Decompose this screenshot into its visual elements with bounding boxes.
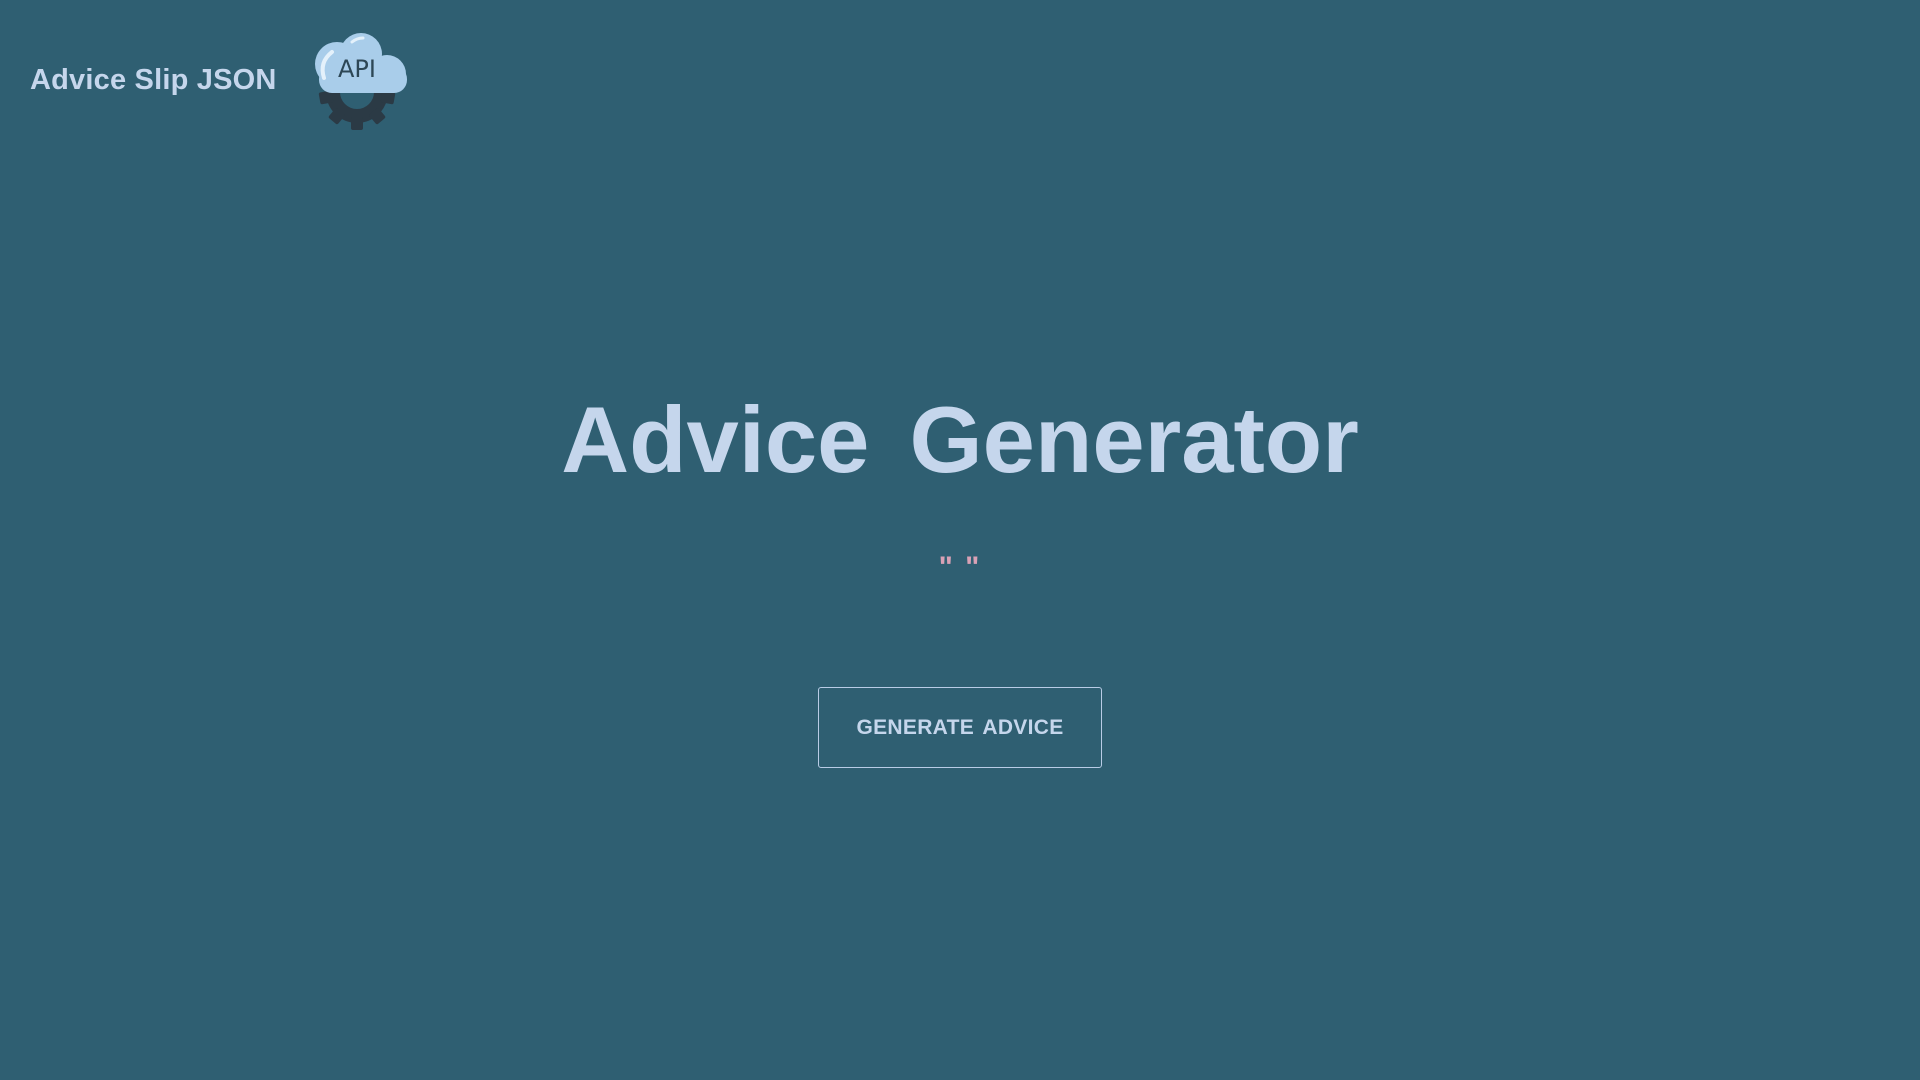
- advice-quote-text: " ": [938, 551, 982, 584]
- api-cloud-gear-icon: API: [314, 33, 407, 130]
- page-title: Advice Generator: [561, 387, 1359, 492]
- brand-header: Advice Slip JSON API: [30, 30, 409, 130]
- generate-advice-button[interactable]: GENERATE ADVICE: [818, 687, 1102, 768]
- page: Advice Slip JSON API Advice Generator " …: [0, 0, 1920, 1080]
- logo-text: API: [338, 55, 376, 83]
- brand-title: Advice Slip JSON: [30, 63, 277, 96]
